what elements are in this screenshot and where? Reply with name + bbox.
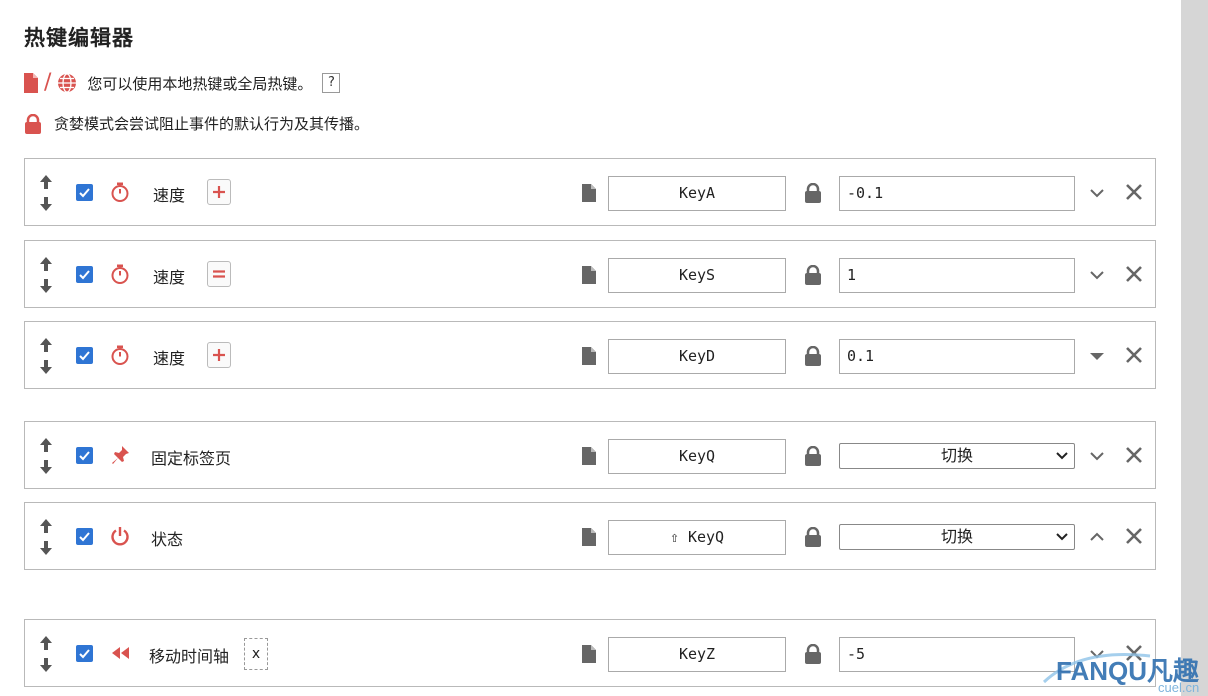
move-down-icon[interactable] [38,359,54,375]
enabled-checkbox[interactable] [76,645,93,662]
operator-plus-button[interactable] [207,179,231,205]
move-down-icon[interactable] [38,459,54,475]
value-input[interactable]: 0.1 [839,339,1075,374]
hotkey-row: 固定标签页 KeyQ 切换 [24,421,1156,489]
close-icon[interactable] [1125,346,1143,364]
move-down-icon[interactable] [38,540,54,556]
scope-info-text: 您可以使用本地热键或全局热键。 [87,74,313,93]
watermark-logo: FANQU凡趣 cuel.cn [1042,652,1199,695]
key-input[interactable]: KeyS [608,258,786,293]
reorder-handle[interactable] [38,437,54,475]
move-up-icon[interactable] [38,337,54,353]
watermark-domain: cuel.cn [1158,680,1199,695]
chevron-down-icon [1056,452,1068,460]
move-down-icon[interactable] [38,278,54,294]
chevron-down-icon[interactable] [1089,267,1105,283]
caret-down-icon[interactable] [1089,348,1105,364]
move-up-icon[interactable] [38,256,54,272]
lock-icon[interactable] [804,446,822,466]
lock-icon[interactable] [804,183,822,203]
action-name: 速度 [153,186,186,205]
page-title: 热键编辑器 [24,26,134,50]
stopwatch-icon [111,264,129,284]
close-icon[interactable] [1125,265,1143,283]
extra-arg-button[interactable]: x [244,638,268,670]
hotkey-row: 速度 KeyD 0.1 [24,321,1156,389]
slash-separator: / [44,70,52,95]
move-down-icon[interactable] [38,196,54,212]
value-input[interactable]: -0.1 [839,176,1075,211]
hotkey-row: 移动时间轴 x KeyZ -5 [24,619,1156,687]
reorder-handle[interactable] [38,518,54,556]
file-icon [24,73,38,93]
action-name: 速度 [153,349,186,368]
lock-icon[interactable] [804,527,822,547]
mode-select-value: 切换 [940,446,973,465]
stopwatch-icon [111,345,129,365]
operator-plus-button[interactable] [207,342,231,368]
reorder-handle[interactable] [38,337,54,375]
file-icon [582,447,596,465]
enabled-checkbox[interactable] [76,528,93,545]
action-name: 移动时间轴 [149,647,230,666]
enabled-checkbox[interactable] [76,347,93,364]
stopwatch-icon [111,182,129,202]
action-name: 速度 [153,268,186,287]
file-icon [582,528,596,546]
rewind-icon [112,647,129,659]
chevron-down-icon[interactable] [1089,448,1105,464]
key-input[interactable]: KeyA [608,176,786,211]
enabled-checkbox[interactable] [76,184,93,201]
key-input[interactable]: KeyQ [608,439,786,474]
greedy-info-text: 贪婪模式会尝试阻止事件的默认行为及其传播。 [54,115,370,133]
move-up-icon[interactable] [38,437,54,453]
globe-icon [58,73,77,93]
reorder-handle[interactable] [38,256,54,294]
action-name: 状态 [151,530,184,549]
power-icon [111,527,129,546]
chevron-up-icon[interactable] [1089,529,1105,545]
enabled-checkbox[interactable] [76,266,93,283]
greedy-info: 贪婪模式会尝试阻止事件的默认行为及其传播。 [24,113,369,134]
mode-select[interactable]: 切换 [839,443,1075,469]
reorder-handle[interactable] [38,635,54,673]
hotkey-row: 速度 KeyS 1 [24,240,1156,308]
hotkey-row: 状态 ⇧ KeyQ 切换 [24,502,1156,570]
close-icon[interactable] [1125,527,1143,545]
key-input[interactable]: ⇧ KeyQ [608,520,786,555]
close-icon[interactable] [1125,183,1143,201]
file-icon [582,347,596,365]
move-up-icon[interactable] [38,635,54,651]
operator-equals-button[interactable] [207,261,231,287]
move-up-icon[interactable] [38,174,54,190]
action-name: 固定标签页 [151,449,232,468]
value-input[interactable]: 1 [839,258,1075,293]
file-icon [582,645,596,663]
vertical-scrollbar[interactable] [1181,0,1208,696]
hotkey-row: 速度 KeyA -0.1 [24,158,1156,226]
key-input[interactable]: KeyD [608,339,786,374]
mode-select[interactable]: 切换 [839,524,1075,550]
pin-icon [112,446,129,464]
key-input[interactable]: KeyZ [608,637,786,672]
close-icon[interactable] [1125,446,1143,464]
chevron-down-icon[interactable] [1089,185,1105,201]
move-up-icon[interactable] [38,518,54,534]
file-icon [582,266,596,284]
reorder-handle[interactable] [38,174,54,212]
file-icon [582,184,596,202]
lock-icon[interactable] [804,346,822,366]
chevron-down-icon [1056,533,1068,541]
enabled-checkbox[interactable] [76,447,93,464]
move-down-icon[interactable] [38,657,54,673]
scope-info: / 您可以使用本地热键或全局热键。 ? [24,70,341,95]
lock-icon [25,113,41,134]
hotkey-editor-panel: 热键编辑器 / 您可以使用本地热键或全局热键。 ? 贪婪模式会尝试阻止事件的默认… [0,0,1180,696]
help-button[interactable]: ? [322,73,341,93]
lock-icon[interactable] [804,644,822,664]
mode-select-value: 切换 [940,527,973,546]
lock-icon[interactable] [804,265,822,285]
